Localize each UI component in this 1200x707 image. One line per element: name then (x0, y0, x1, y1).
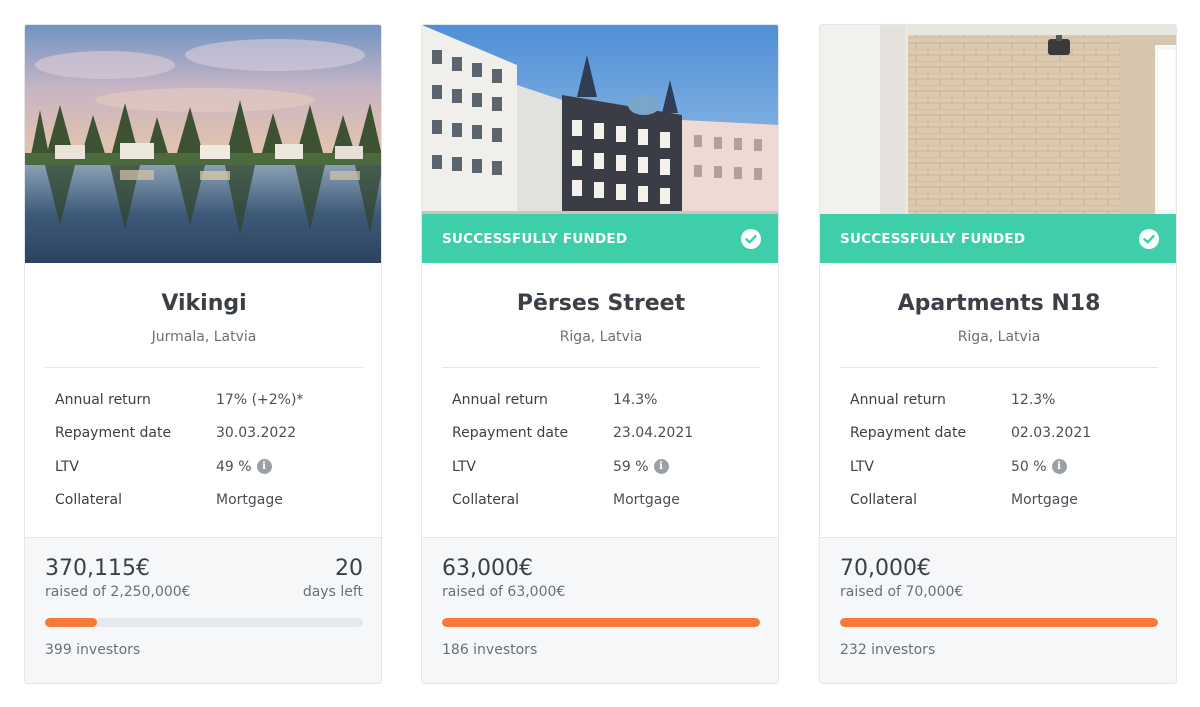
funded-banner: SUCCESSFULLY FUNDED (422, 214, 778, 263)
spec-collateral: Collateral Mortgage (55, 484, 365, 518)
project-specs: Annual return 12.3% Repayment date 02.03… (850, 383, 1160, 517)
investor-count: 186 investors (442, 642, 538, 658)
project-location: Jurmala, Latvia (151, 329, 257, 345)
spec-label: Repayment date (55, 425, 172, 442)
spec-value: 59 % (613, 458, 649, 475)
project-title[interactable]: Pērses Street (422, 291, 778, 316)
spec-collateral: Collateral Mortgage (850, 484, 1160, 518)
spec-value: 23.04.2021 (613, 425, 694, 442)
project-card[interactable]: Vikingi Jurmala, Latvia Annual return 17… (24, 24, 382, 684)
funding-panel: 70,000€ raised of 70,000€ 232 investors (820, 537, 1176, 683)
divider (840, 367, 1158, 368)
info-icon[interactable]: i (653, 459, 669, 475)
project-photo-brick-interior[interactable]: SUCCESSFULLY FUNDED (820, 25, 1176, 263)
spec-value: Mortgage (216, 492, 283, 509)
project-card[interactable]: SUCCESSFULLY FUNDED Pērses Street Riga, … (421, 24, 779, 684)
spec-value: 14.3% (613, 391, 658, 408)
spec-value: 12.3% (1011, 391, 1056, 408)
progress-bar-fill (45, 618, 98, 627)
spec-repayment-date: Repayment date 02.03.2021 (850, 417, 1160, 451)
project-title[interactable]: Apartments N18 (820, 291, 1176, 316)
raised-amount: 70,000€ (840, 556, 931, 581)
progress-bar (442, 618, 760, 627)
spec-label: Repayment date (850, 425, 967, 442)
spec-value: 50 % (1011, 458, 1047, 475)
spec-value-container: 50 % i (1011, 459, 1067, 475)
spec-annual-return: Annual return 14.3% (452, 383, 762, 417)
spec-label: Repayment date (452, 425, 569, 442)
project-location: Riga, Latvia (957, 329, 1041, 345)
spec-repayment-date: Repayment date 23.04.2021 (452, 417, 762, 451)
funded-banner: SUCCESSFULLY FUNDED (820, 214, 1176, 263)
raised-amount: 63,000€ (442, 556, 533, 581)
spec-label: Collateral (850, 492, 918, 509)
raised-target: raised of 2,250,000€ (45, 584, 191, 600)
spec-ltv: LTV 59 % i (452, 450, 762, 484)
spec-label: Annual return (850, 391, 946, 408)
spec-ltv: LTV 50 % i (850, 450, 1160, 484)
funded-label: SUCCESSFULLY FUNDED (442, 230, 628, 247)
spec-label: Collateral (452, 492, 520, 509)
check-circle-icon (741, 228, 761, 249)
spec-collateral: Collateral Mortgage (452, 484, 762, 518)
project-photo-historic-building[interactable]: SUCCESSFULLY FUNDED (422, 25, 778, 263)
project-title[interactable]: Vikingi (25, 291, 381, 316)
investor-count: 232 investors (840, 642, 936, 658)
days-left-number: 20 (335, 556, 363, 581)
raised-target: raised of 70,000€ (840, 584, 964, 600)
progress-bar (840, 618, 1158, 627)
spec-value: Mortgage (1011, 492, 1078, 509)
raised-amount: 370,115€ (45, 556, 150, 581)
project-location: Riga, Latvia (559, 329, 643, 345)
spec-repayment-date: Repayment date 30.03.2022 (55, 417, 365, 451)
info-icon[interactable]: i (1051, 459, 1067, 475)
spec-value-container: 49 % i (216, 459, 272, 475)
funded-label: SUCCESSFULLY FUNDED (840, 230, 1026, 247)
info-icon[interactable]: i (256, 459, 272, 475)
funding-panel: 370,115€ raised of 2,250,000€ 20 days le… (25, 537, 381, 683)
spec-value: 49 % (216, 458, 252, 475)
progress-bar (45, 618, 363, 627)
investor-count: 399 investors (45, 642, 141, 658)
divider (442, 367, 760, 368)
progress-bar-fill (840, 618, 1158, 627)
check-circle-icon (1139, 228, 1159, 249)
spec-value-container: 59 % i (613, 459, 669, 475)
spec-label: LTV (55, 458, 80, 475)
project-photo-lake-houses[interactable] (25, 25, 381, 263)
funding-panel: 63,000€ raised of 63,000€ 186 investors (422, 537, 778, 683)
divider (45, 367, 363, 368)
spec-label: Annual return (452, 391, 548, 408)
project-specs: Annual return 17% (+2%)* Repayment date … (55, 383, 365, 517)
spec-value: 17% (+2%)* (216, 391, 304, 408)
spec-label: Annual return (55, 391, 151, 408)
spec-annual-return: Annual return 17% (+2%)* (55, 383, 365, 417)
spec-annual-return: Annual return 12.3% (850, 383, 1160, 417)
days-left-label: days left (302, 584, 363, 600)
spec-label: LTV (452, 458, 477, 475)
spec-label: LTV (850, 458, 875, 475)
spec-value: 02.03.2021 (1011, 425, 1092, 442)
project-specs: Annual return 14.3% Repayment date 23.04… (452, 383, 762, 517)
spec-value: Mortgage (613, 492, 680, 509)
spec-value: 30.03.2022 (216, 425, 297, 442)
raised-target: raised of 63,000€ (442, 584, 566, 600)
spec-ltv: LTV 49 % i (55, 450, 365, 484)
project-card[interactable]: SUCCESSFULLY FUNDED Apartments N18 Riga,… (819, 24, 1177, 684)
progress-bar-fill (442, 618, 760, 627)
spec-label: Collateral (55, 492, 123, 509)
